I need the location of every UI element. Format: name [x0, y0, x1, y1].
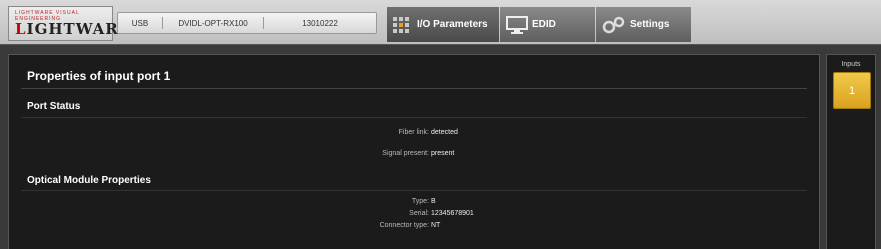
- gears-icon: [602, 16, 625, 33]
- prop-signal-present: Signal present: present: [382, 150, 455, 157]
- section-optical-module: Optical Module Properties: [27, 175, 151, 186]
- prop-connector-type: Connector type: NT: [379, 222, 441, 229]
- tab-edid-label: EDID: [532, 19, 556, 30]
- io-grid-icon: [393, 16, 409, 33]
- inputs-column: Inputs 1: [826, 54, 876, 249]
- brand-wordmark: LIGHTWARE: [15, 20, 132, 38]
- tab-settings[interactable]: Settings: [596, 7, 691, 42]
- page-title: Properties of input port 1: [27, 69, 171, 83]
- tab-io-label: I/O Parameters: [417, 19, 488, 30]
- input-port-button-1[interactable]: 1: [833, 72, 871, 109]
- divider: [21, 88, 807, 89]
- prop-type: Type: B: [411, 198, 436, 205]
- inputs-heading: Inputs: [841, 61, 861, 68]
- prop-fiber-link: Fiber link: detected: [398, 129, 458, 136]
- device-model: DVIDL-OPT-RX100: [178, 18, 248, 28]
- divider: [21, 117, 807, 118]
- section-port-status: Port Status: [27, 101, 81, 112]
- brand-logo: LIGHTWARE VISUAL ENGINEERING LIGHTWARE: [8, 6, 130, 41]
- tab-edid[interactable]: EDID: [500, 7, 595, 42]
- prop-serial: Serial: 12345678901: [409, 210, 474, 217]
- device-info-bar: USB DVIDL-OPT-RX100 13010222: [117, 12, 377, 34]
- tab-settings-label: Settings: [630, 19, 670, 30]
- monitor-icon: [506, 15, 528, 34]
- top-bar: LIGHTWARE VISUAL ENGINEERING LIGHTWARE U…: [0, 0, 881, 45]
- tab-io-parameters[interactable]: I/O Parameters: [387, 7, 499, 42]
- connection-type: USB: [131, 18, 149, 28]
- divider: [21, 190, 807, 191]
- device-serial: 13010222: [302, 18, 338, 28]
- properties-panel: Properties of input port 1 Port Status F…: [8, 54, 820, 249]
